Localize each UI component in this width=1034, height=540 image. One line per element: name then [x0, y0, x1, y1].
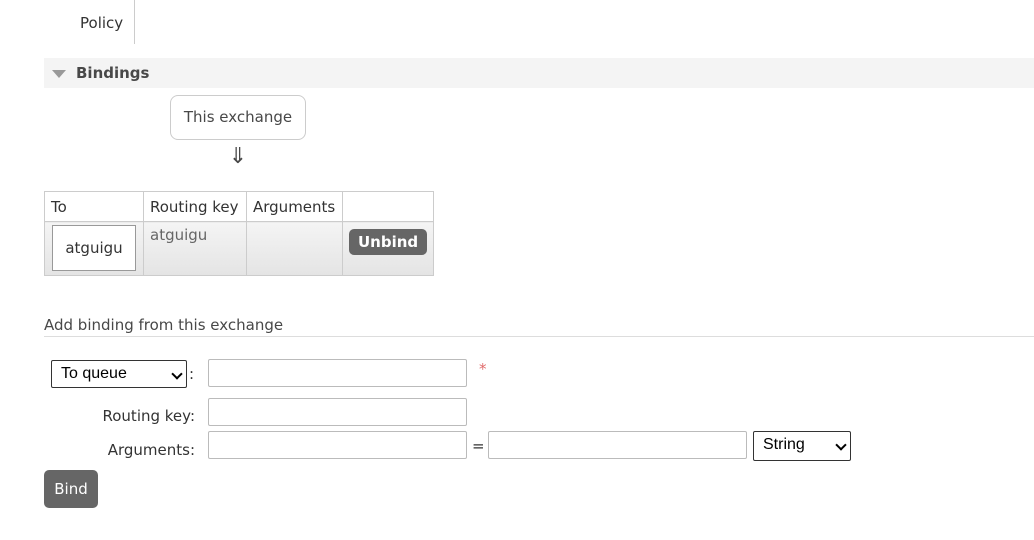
binding-arguments-cell	[246, 221, 343, 276]
bindings-table: To Routing key Arguments atguigu atguigu…	[44, 191, 435, 276]
argument-key-input[interactable]	[208, 431, 467, 459]
argument-value-input[interactable]	[488, 431, 747, 459]
this-exchange-box: This exchange	[170, 95, 306, 140]
bindings-section-title: Bindings	[76, 64, 150, 82]
destination-type-select[interactable]: To queue	[51, 360, 187, 388]
arguments-label: Arguments:	[107, 441, 195, 459]
chevron-down-icon	[171, 368, 183, 380]
argument-type-value: String	[763, 436, 805, 453]
column-header-to: To	[44, 191, 144, 222]
chevron-down-icon	[835, 439, 847, 451]
unbind-button[interactable]: Unbind	[349, 229, 428, 255]
add-binding-title: Add binding from this exchange	[44, 316, 1034, 337]
equals-sign: =	[472, 437, 485, 455]
bindings-section-header[interactable]: Bindings	[44, 58, 1034, 88]
down-arrow-icon: ⇓	[228, 144, 248, 169]
collapse-triangle-icon[interactable]	[52, 70, 66, 78]
tab-policy[interactable]: Policy	[66, 0, 135, 44]
column-header-routing-key: Routing key	[143, 191, 247, 222]
required-indicator: *	[479, 360, 487, 378]
table-row: atguigu atguigu Unbind	[44, 221, 435, 276]
argument-type-select[interactable]: String	[753, 431, 851, 461]
destination-input[interactable]	[208, 359, 467, 387]
routing-key-input[interactable]	[208, 398, 467, 426]
bindings-table-header-row: To Routing key Arguments	[44, 191, 435, 222]
routing-key-label: Routing key:	[102, 407, 196, 425]
destination-type-value: To queue	[61, 365, 127, 382]
binding-actions-cell: Unbind	[341, 221, 435, 276]
column-header-arguments: Arguments	[246, 191, 343, 222]
column-header-actions	[341, 191, 435, 222]
binding-destination-cell: atguigu	[44, 221, 144, 276]
tab-policy-label: Policy	[80, 14, 124, 32]
this-exchange-label: This exchange	[183, 108, 293, 126]
binding-routing-key-cell: atguigu	[143, 221, 247, 276]
queue-link[interactable]: atguigu	[52, 225, 136, 271]
bind-button[interactable]: Bind	[44, 470, 98, 508]
destination-colon: :	[189, 365, 195, 383]
